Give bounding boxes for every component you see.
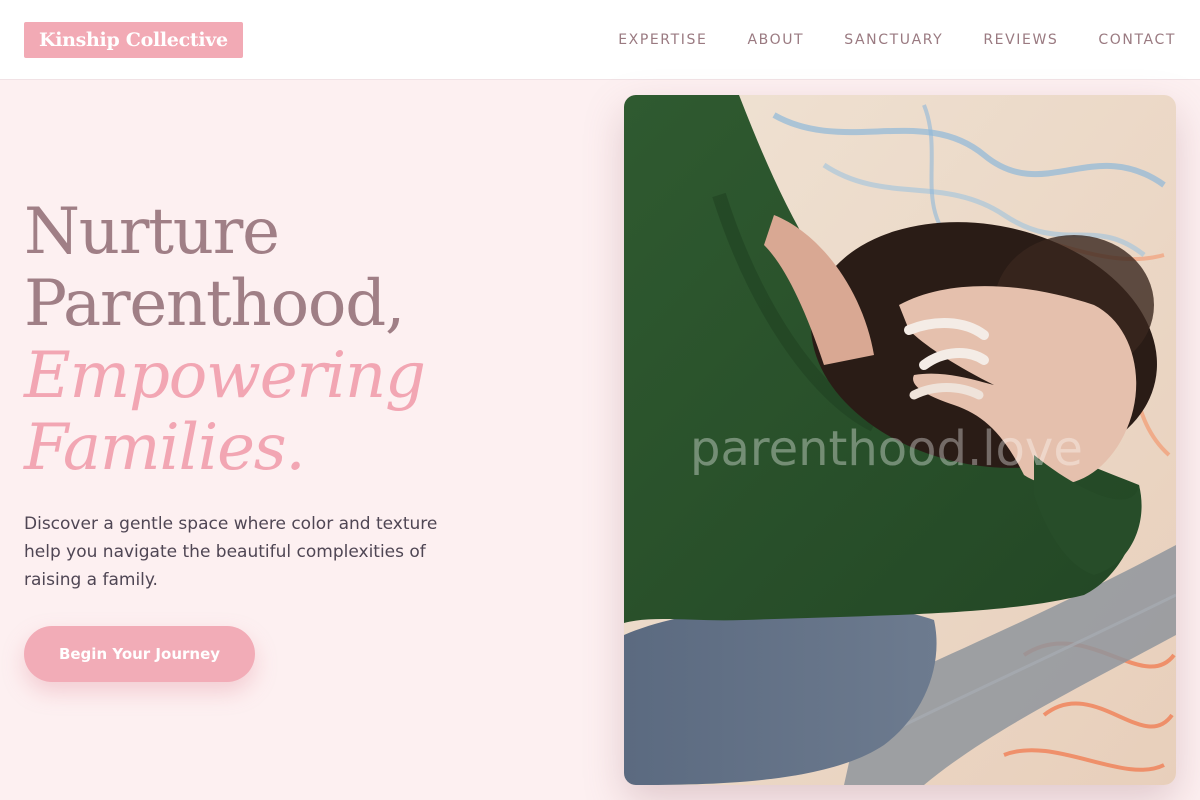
hero-subtext: Discover a gentle space where color and … xyxy=(24,514,438,590)
site-header: Kinship Collective EXPERTISE ABOUT SANCT… xyxy=(0,0,1200,80)
headline-line-1: Nurture xyxy=(24,195,280,269)
nav-link-reviews[interactable]: REVIEWS xyxy=(983,32,1058,48)
photo-watermark: parenthood.love xyxy=(690,421,1083,477)
headline-accent-1: Empowering xyxy=(24,339,426,413)
nav-link-contact[interactable]: CONTACT xyxy=(1098,32,1176,48)
nav-link-expertise[interactable]: EXPERTISE xyxy=(618,32,707,48)
brand-logo[interactable]: Kinship Collective xyxy=(24,22,243,58)
nav-link-about[interactable]: ABOUT xyxy=(747,32,804,48)
headline-accent-2: Families. xyxy=(24,411,306,485)
hero-headline: Nurture Parenthood, Empowering Families. xyxy=(24,196,584,484)
hero-text: Nurture Parenthood, Empowering Families. xyxy=(24,196,584,484)
hero-photo: parenthood.love xyxy=(624,95,1176,785)
nav-link-sanctuary[interactable]: SANCTUARY xyxy=(844,32,943,48)
hero-photo-illustration: parenthood.love xyxy=(624,95,1176,785)
main-nav: EXPERTISE ABOUT SANCTUARY REVIEWS CONTAC… xyxy=(618,0,1176,80)
begin-journey-button[interactable]: Begin Your Journey xyxy=(24,626,255,682)
headline-line-2: Parenthood, xyxy=(24,267,405,341)
